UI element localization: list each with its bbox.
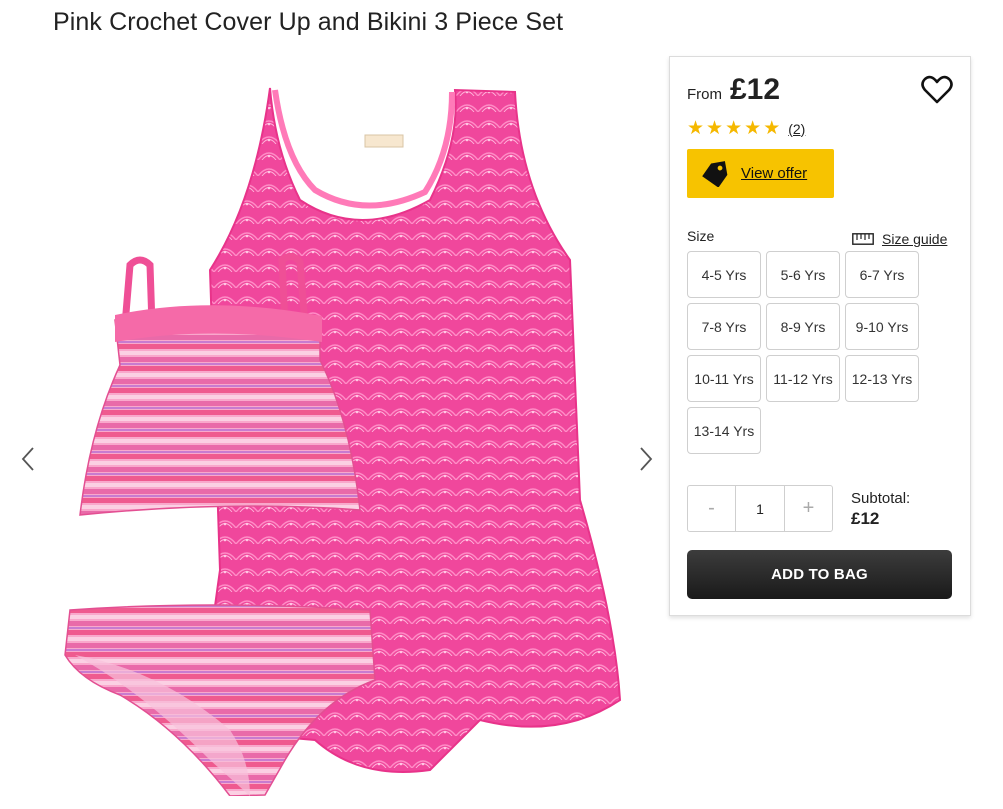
- view-offer-label: View offer: [741, 165, 808, 182]
- add-to-bag-button[interactable]: ADD TO BAG: [687, 550, 952, 599]
- price-from-label: From: [687, 86, 722, 103]
- size-option[interactable]: 6-7 Yrs: [845, 251, 919, 298]
- price-value: £12: [730, 73, 781, 106]
- size-option[interactable]: 5-6 Yrs: [766, 251, 840, 298]
- size-guide-link[interactable]: Size guide: [852, 231, 947, 247]
- bikini-bottoms: [64, 604, 376, 796]
- size-option[interactable]: 7-8 Yrs: [687, 303, 761, 350]
- chevron-left-icon: [21, 447, 34, 471]
- heart-icon: [921, 75, 953, 104]
- product-title: Pink Crochet Cover Up and Bikini 3 Piece…: [53, 8, 564, 36]
- previous-image-button[interactable]: [14, 439, 42, 479]
- star-icon: ★: [744, 118, 762, 139]
- purchase-panel: From £12 ★ ★ ★ ★ ★ (2) View offer Size S…: [669, 56, 971, 616]
- size-options: 4-5 Yrs 5-6 Yrs 6-7 Yrs 7-8 Yrs 8-9 Yrs …: [687, 251, 927, 454]
- size-option[interactable]: 4-5 Yrs: [687, 251, 761, 298]
- rating: ★ ★ ★ ★ ★ (2): [687, 119, 805, 138]
- star-icon: ★: [763, 118, 781, 139]
- quantity-input[interactable]: [735, 486, 785, 531]
- subtotal: Subtotal: £12: [851, 490, 910, 529]
- size-option[interactable]: 10-11 Yrs: [687, 355, 761, 402]
- size-guide-label: Size guide: [882, 231, 948, 247]
- chevron-right-icon: [640, 447, 653, 471]
- size-option[interactable]: 9-10 Yrs: [845, 303, 919, 350]
- product-image: [64, 87, 622, 796]
- ruler-icon: [852, 233, 874, 245]
- increase-quantity-button[interactable]: +: [785, 486, 832, 531]
- subtotal-value: £12: [851, 509, 880, 528]
- price-row: From £12: [687, 73, 780, 107]
- size-label: Size: [687, 228, 715, 244]
- size-option[interactable]: 8-9 Yrs: [766, 303, 840, 350]
- review-count-link[interactable]: (2): [788, 121, 805, 137]
- star-icon: ★: [687, 118, 705, 139]
- view-offer-button[interactable]: View offer: [687, 149, 834, 198]
- size-option[interactable]: 12-13 Yrs: [845, 355, 919, 402]
- size-option[interactable]: 11-12 Yrs: [766, 355, 840, 402]
- wishlist-button[interactable]: [921, 75, 953, 105]
- star-icon: ★: [725, 118, 743, 139]
- decrease-quantity-button[interactable]: -: [688, 486, 735, 531]
- next-image-button[interactable]: [632, 439, 660, 479]
- quantity-stepper: - +: [687, 485, 833, 532]
- size-option[interactable]: 13-14 Yrs: [687, 407, 761, 454]
- price-tag-icon: [702, 160, 728, 187]
- subtotal-label: Subtotal:: [851, 490, 911, 507]
- star-icon: ★: [706, 118, 724, 139]
